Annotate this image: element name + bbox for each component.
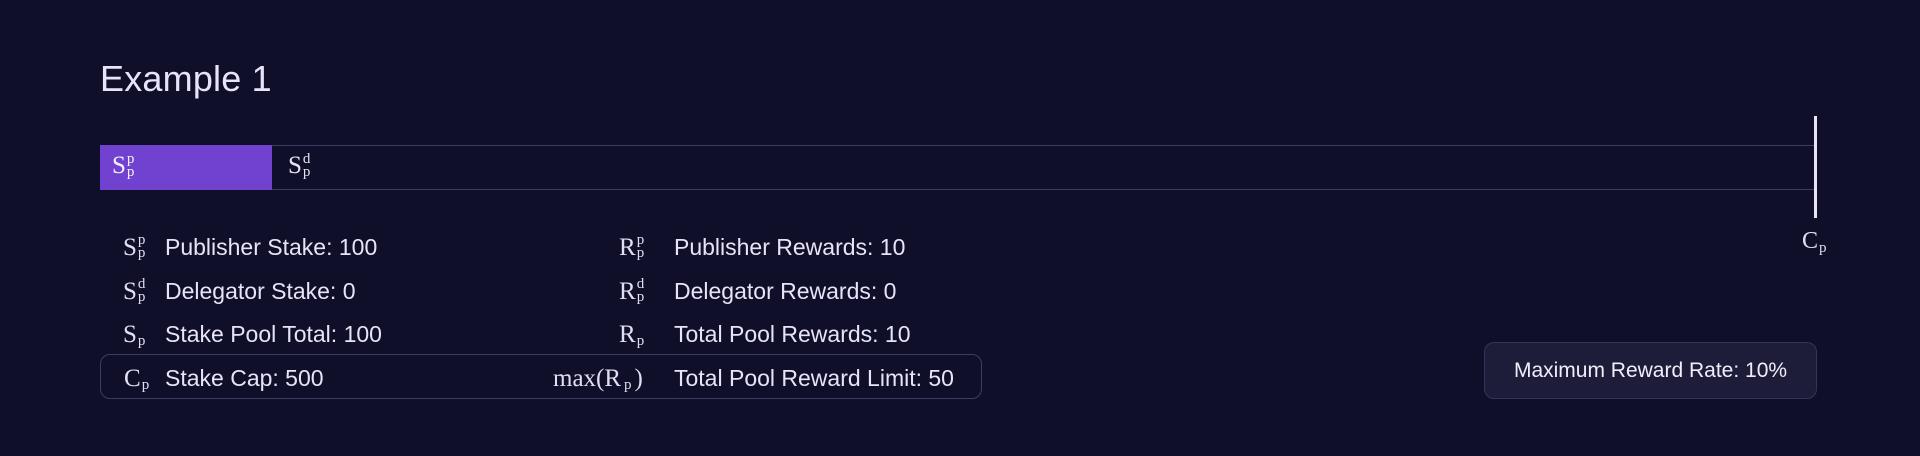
delegator-rewards-text: Delegator Rewards: 0 xyxy=(674,277,897,304)
publisher-rewards-symbol: R pp xyxy=(619,232,645,261)
reward-limit-symbol: max(R p) xyxy=(553,364,643,393)
publisher-rewards-text: Publisher Rewards: 10 xyxy=(674,233,906,260)
stake-cap-marker-label: Cp xyxy=(1802,228,1827,256)
delegator-stake-symbol: S dp xyxy=(123,276,146,305)
delegator-stake-bar-label: S dp xyxy=(288,150,311,180)
stake-cap-marker xyxy=(1814,116,1817,218)
stake-pool-total-symbol: Sp xyxy=(123,320,146,349)
stake-pool-total-text: Stake Pool Total: 100 xyxy=(165,320,382,347)
max-reward-rate-badge: Maximum Reward Rate: 10% xyxy=(1484,342,1817,399)
example-title: Example 1 xyxy=(100,58,272,99)
stake-bar: S pp S dp xyxy=(100,144,1816,190)
total-pool-rewards-symbol: Rp xyxy=(619,320,645,349)
delegator-rewards-symbol: R dp xyxy=(619,276,645,305)
delegator-stake-text: Delegator Stake: 0 xyxy=(165,277,356,304)
total-pool-rewards-text: Total Pool Rewards: 10 xyxy=(674,320,911,347)
stake-cap-text: Stake Cap: 500 xyxy=(165,364,324,391)
example-panel: Example 1 S pp S dp Cp S pp Publisher St… xyxy=(0,0,1920,456)
reward-limit-text: Total Pool Reward Limit: 50 xyxy=(674,364,954,391)
stake-cap-symbol: Cp xyxy=(124,364,150,393)
publisher-stake-symbol: S pp xyxy=(123,232,146,261)
publisher-stake-bar-label: S pp xyxy=(112,150,135,180)
publisher-stake-text: Publisher Stake: 100 xyxy=(165,233,378,260)
